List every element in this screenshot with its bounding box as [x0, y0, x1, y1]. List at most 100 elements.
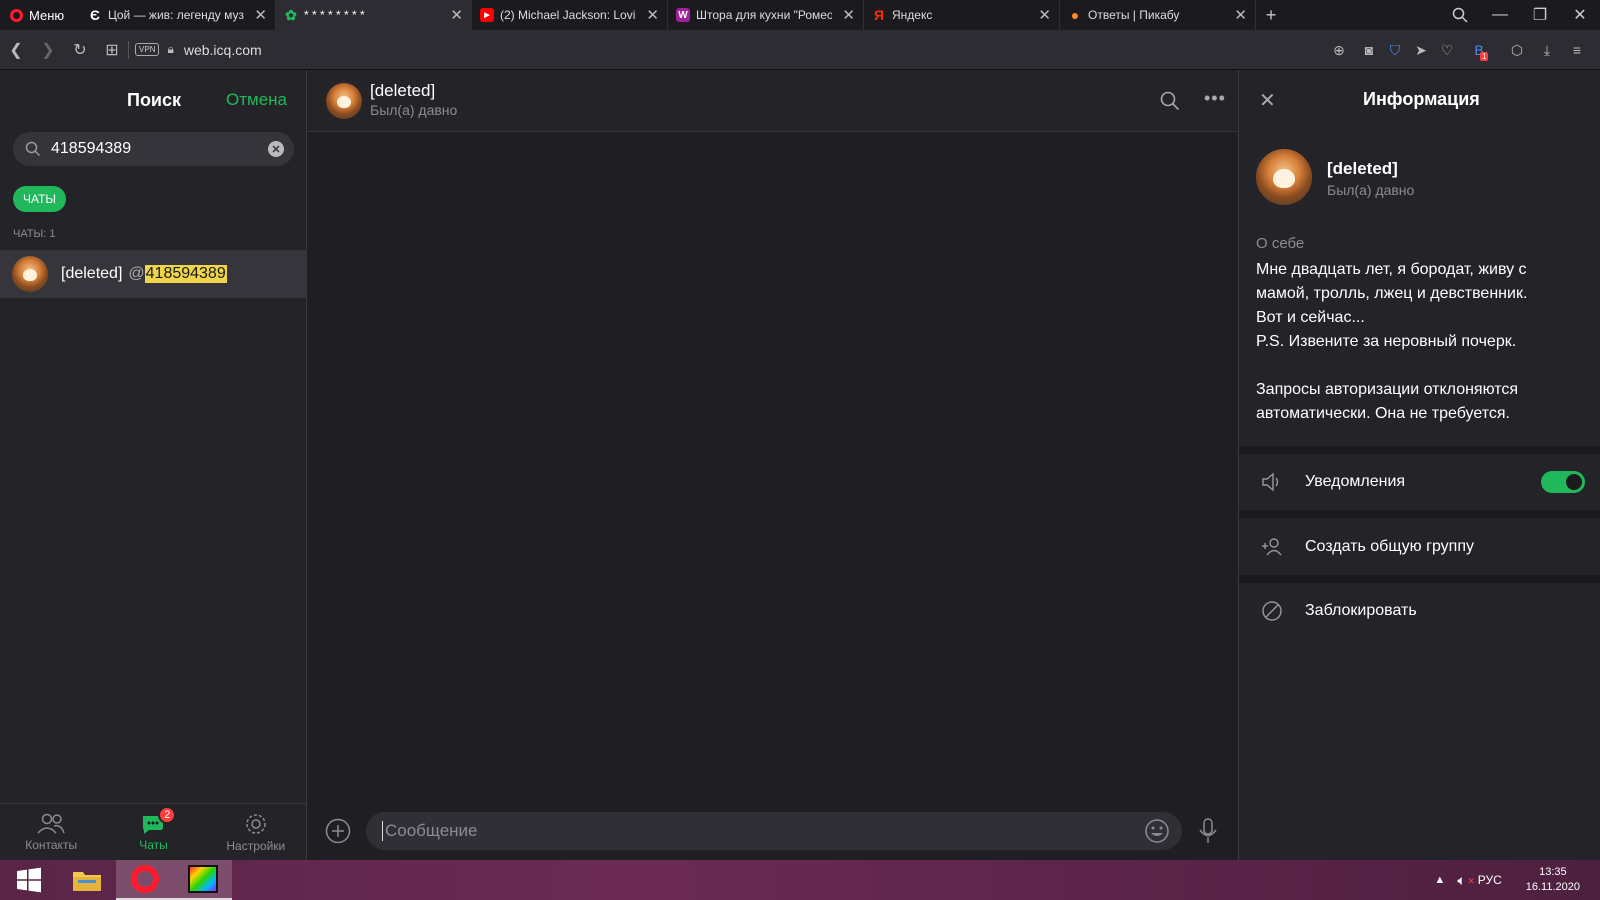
- filter-chats-pill[interactable]: ЧАТЫ: [13, 186, 67, 212]
- settings-icon: [246, 813, 266, 834]
- speaker-icon: [1261, 472, 1289, 492]
- message-placeholder: Сообщение: [385, 821, 478, 840]
- chat-contact-name[interactable]: [deleted]: [370, 81, 435, 101]
- search-icon: [25, 141, 41, 157]
- lock-icon: 🔒︎: [167, 42, 174, 56]
- close-window-icon[interactable]: ✕: [1560, 0, 1600, 30]
- new-tab-button[interactable]: +: [1256, 0, 1286, 30]
- extension-badge: 1: [1480, 52, 1489, 61]
- download-icon[interactable]: ⤓: [1534, 30, 1560, 70]
- nav-contacts[interactable]: Контакты: [0, 804, 102, 860]
- result-name: [deleted]: [61, 265, 123, 282]
- nav-settings[interactable]: Настройки: [205, 804, 307, 860]
- search-panel-title: Поиск: [127, 90, 182, 110]
- tabs-grid-icon[interactable]: ⊞: [96, 30, 128, 70]
- back-icon[interactable]: ❮: [0, 30, 32, 70]
- tab-0[interactable]: Є Цой — жив: легенду музыки ✕: [80, 0, 276, 30]
- tab-title: Цой — жив: легенду музыки: [108, 8, 245, 22]
- photo-app-taskbar-icon[interactable]: [174, 860, 232, 900]
- reload-icon[interactable]: ↻: [64, 30, 96, 70]
- tab-5[interactable]: ● Ответы | Пикабу ✕: [1060, 0, 1256, 30]
- volume-muted-icon[interactable]: 🔈︎ ✕: [1457, 872, 1475, 889]
- clock[interactable]: 13:35 16.11.2020: [1526, 865, 1580, 895]
- chat-area: [deleted] Был(а) давно ••• Сообщение: [308, 70, 1238, 860]
- message-input[interactable]: Сообщение: [366, 812, 1182, 850]
- clear-search-icon[interactable]: ✕: [268, 141, 284, 157]
- avatar: [12, 256, 48, 292]
- contacts-icon: [37, 813, 65, 834]
- nav-label: Настройки: [226, 838, 286, 853]
- heart-icon[interactable]: ♡: [1434, 30, 1460, 70]
- tab-title: Ответы | Пикабу: [1088, 8, 1180, 22]
- notifications-row[interactable]: Уведомления: [1239, 454, 1600, 510]
- shield-icon[interactable]: ⛉: [1382, 30, 1408, 70]
- tab-close-icon[interactable]: ✕: [254, 6, 267, 24]
- info-contact-status: Был(а) давно: [1327, 182, 1415, 198]
- tab-close-icon[interactable]: ✕: [842, 6, 855, 24]
- results-count-label: ЧАТЫ: 1: [13, 228, 56, 240]
- menu-label: Меню: [29, 7, 65, 23]
- tab-close-icon[interactable]: ✕: [1234, 6, 1247, 24]
- tab-title: (2) Michael Jackson: Loving: [500, 8, 637, 22]
- easy-setup-icon[interactable]: ≡: [1564, 30, 1590, 70]
- cancel-button[interactable]: Отмена: [226, 90, 287, 110]
- notifications-toggle[interactable]: [1541, 471, 1585, 493]
- tab-favicon-icon: ▶: [480, 8, 494, 22]
- language-indicator[interactable]: РУС: [1478, 873, 1502, 887]
- search-panel: Поиск Отмена 418594389 ✕ ЧАТЫ ЧАТЫ: 1 [d…: [0, 70, 307, 860]
- microphone-icon[interactable]: [1198, 817, 1218, 845]
- opera-taskbar-icon[interactable]: [116, 860, 174, 900]
- avatar[interactable]: [1256, 149, 1312, 205]
- zoom-icon[interactable]: ⊕: [1326, 30, 1352, 70]
- attach-plus-icon[interactable]: [325, 818, 351, 844]
- close-info-icon[interactable]: ✕: [1259, 88, 1276, 113]
- forward-icon[interactable]: ❯: [32, 30, 64, 70]
- tab-favicon-icon: ✿: [285, 6, 297, 23]
- tab-close-icon[interactable]: ✕: [646, 6, 659, 24]
- about-line: автоматически. Она не требуется.: [1256, 405, 1510, 422]
- opera-menu-button[interactable]: Меню: [0, 0, 80, 30]
- send-icon[interactable]: ➤: [1408, 30, 1434, 70]
- cube-icon[interactable]: ⬡: [1504, 30, 1530, 70]
- search-input[interactable]: 418594389 ✕: [13, 132, 294, 166]
- add-user-icon: [1261, 537, 1289, 557]
- opera-logo-icon: [10, 8, 23, 22]
- chat-search-icon[interactable]: [1160, 91, 1180, 111]
- tab-1[interactable]: ✿ * * * * * * * * ✕: [276, 0, 472, 30]
- avatar[interactable]: [326, 83, 362, 119]
- info-contact-name: [deleted]: [1327, 159, 1398, 178]
- browser-tab-bar: Меню Є Цой — жив: легенду музыки ✕ ✿ * *…: [0, 0, 1600, 30]
- result-at-sign: @: [128, 265, 145, 282]
- about-label: О себе: [1256, 235, 1305, 252]
- vpn-badge[interactable]: VPN: [135, 43, 160, 56]
- tab-4[interactable]: Я Яндекс ✕: [864, 0, 1060, 30]
- nav-chats[interactable]: 2 Чаты: [102, 804, 204, 860]
- about-line: Запросы авторизации отклоняются: [1256, 381, 1519, 398]
- create-group-label: Создать общую группу: [1305, 538, 1474, 555]
- tab-favicon-icon: Є: [90, 7, 100, 23]
- restore-icon[interactable]: ❐: [1520, 0, 1560, 30]
- extension-icon[interactable]: B1: [1466, 30, 1492, 70]
- tab-close-icon[interactable]: ✕: [450, 6, 463, 24]
- url-field[interactable]: web.icq.com: [184, 42, 262, 58]
- create-group-row[interactable]: Создать общую группу: [1239, 519, 1600, 575]
- tab-3[interactable]: W Штора для кухни "Ромео" ✕: [668, 0, 864, 30]
- clock-time: 13:35: [1539, 866, 1567, 878]
- nav-label: Чаты: [139, 837, 168, 852]
- emoji-icon[interactable]: [1144, 818, 1170, 844]
- file-explorer-icon[interactable]: [58, 860, 116, 900]
- tab-close-icon[interactable]: ✕: [1038, 6, 1051, 24]
- chat-contact-status: Был(а) давно: [370, 102, 458, 118]
- tray-chevron-icon[interactable]: ▲: [1434, 874, 1445, 886]
- search-input-value: 418594389: [51, 140, 132, 157]
- block-label: Заблокировать: [1305, 602, 1417, 619]
- minimize-icon[interactable]: —: [1480, 0, 1520, 30]
- search-result-row[interactable]: [deleted] @ 418594389: [0, 250, 307, 298]
- tab-2[interactable]: ▶ (2) Michael Jackson: Loving ✕: [472, 0, 668, 30]
- block-row[interactable]: Заблокировать: [1239, 583, 1600, 639]
- tab-search-icon[interactable]: [1440, 0, 1480, 30]
- camera-icon[interactable]: ◙: [1356, 30, 1382, 70]
- windows-start-icon[interactable]: [0, 860, 58, 900]
- more-options-icon[interactable]: •••: [1204, 88, 1226, 109]
- chats-badge: 2: [158, 806, 177, 824]
